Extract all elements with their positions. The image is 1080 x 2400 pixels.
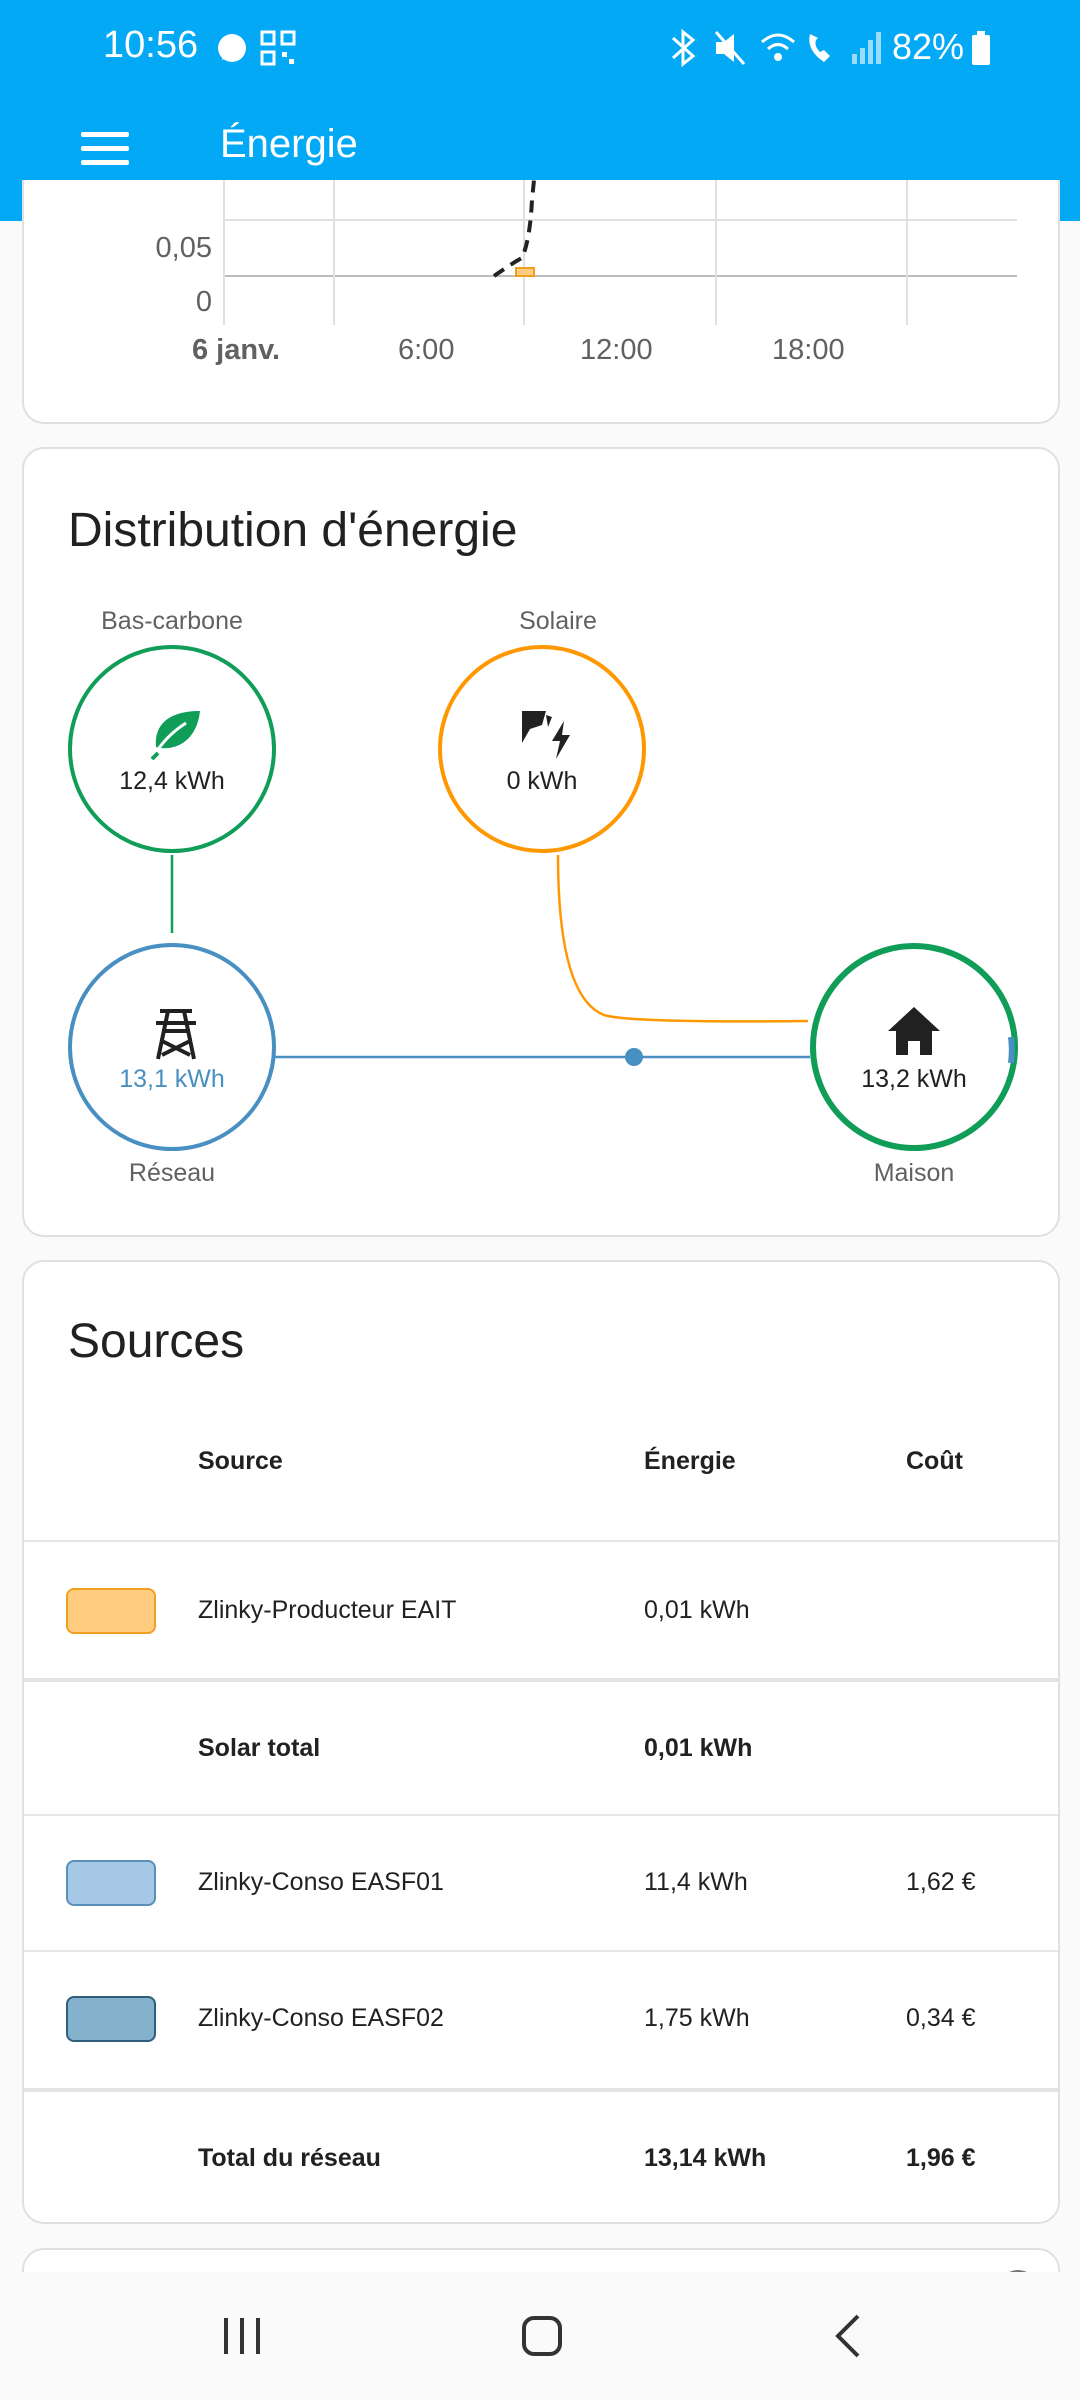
menu-icon bbox=[81, 132, 129, 137]
energy-distribution-card: Distribution d'énergie Bas-carbone 12,4 … bbox=[22, 447, 1060, 1237]
signal-app-icon bbox=[218, 34, 246, 62]
y-tick-label: 0,05 bbox=[155, 232, 212, 264]
total-cost: 1,96 € bbox=[906, 2144, 976, 2172]
home-node[interactable]: 13,2 kWh bbox=[810, 943, 1018, 1151]
source-energy: 0,01 kWh bbox=[644, 1596, 750, 1624]
status-bar: 10:56 82% bbox=[0, 0, 1080, 96]
status-time: 10:56 bbox=[103, 24, 199, 66]
battery-icon bbox=[972, 31, 990, 65]
x-tick-label: 6 janv. bbox=[192, 334, 281, 366]
header-cost: Coût bbox=[906, 1447, 963, 1475]
table-row[interactable]: Zlinky-Conso EASF02 1,75 kWh 0,34 € bbox=[24, 1952, 1058, 2086]
system-nav-bar bbox=[0, 2272, 1080, 2400]
subtotal-energy: 0,01 kWh bbox=[644, 1734, 753, 1762]
source-energy: 1,75 kWh bbox=[644, 2004, 750, 2032]
cell-signal-icon bbox=[852, 32, 881, 64]
header-source: Source bbox=[198, 1447, 283, 1475]
menu-button[interactable] bbox=[66, 112, 144, 184]
table-row[interactable]: Zlinky-Producteur EAIT 0,01 kWh bbox=[24, 1542, 1058, 1678]
table-row[interactable]: Zlinky-Conso EASF01 11,4 kWh 1,62 € bbox=[24, 1816, 1058, 1950]
sources-title: Sources bbox=[68, 1315, 245, 1368]
leaf-icon bbox=[150, 711, 200, 761]
recents-icon[interactable] bbox=[218, 2312, 266, 2360]
grid-label: Réseau bbox=[128, 1159, 216, 1187]
solar-power-icon bbox=[522, 711, 570, 759]
flow-dot bbox=[625, 1048, 643, 1066]
qr-code-icon bbox=[260, 30, 296, 66]
solar-value: 0 kWh bbox=[506, 767, 578, 795]
page-title: Énergie bbox=[220, 122, 358, 166]
wifi-calling-icon bbox=[809, 34, 830, 62]
chart-line bbox=[492, 180, 536, 278]
bluetooth-icon bbox=[671, 28, 696, 68]
source-energy: 11,4 kWh bbox=[644, 1868, 748, 1896]
grid-node[interactable]: 13,1 kWh bbox=[68, 943, 276, 1151]
subtotal-name: Solar total bbox=[198, 1734, 321, 1762]
source-name: Zlinky-Conso EASF01 bbox=[198, 1868, 444, 1896]
transmission-tower-icon bbox=[156, 1009, 196, 1060]
back-icon[interactable] bbox=[826, 2312, 874, 2360]
table-row-total: Total du réseau 13,14 kWh 1,96 € bbox=[24, 2092, 1058, 2222]
x-tick-label: 12:00 bbox=[580, 334, 653, 366]
solar-label: Solaire bbox=[519, 607, 597, 635]
header-energy: Énergie bbox=[644, 1447, 736, 1475]
grid-value: 13,1 kWh bbox=[119, 1065, 225, 1093]
low-carbon-value: 12,4 kWh bbox=[119, 767, 225, 795]
low-carbon-label: Bas-carbone bbox=[101, 607, 243, 635]
source-name: Zlinky-Producteur EAIT bbox=[198, 1596, 457, 1624]
total-energy: 13,14 kWh bbox=[644, 2144, 767, 2172]
solar-flow bbox=[556, 854, 809, 1023]
x-tick-label: 6:00 bbox=[398, 334, 455, 366]
wifi-icon bbox=[761, 33, 795, 61]
mute-icon bbox=[714, 31, 746, 65]
source-cost: 0,34 € bbox=[906, 2004, 976, 2032]
source-cost: 1,62 € bbox=[906, 1868, 976, 1896]
y-tick-label: 0 bbox=[195, 286, 212, 318]
source-color-swatch bbox=[66, 1588, 156, 1634]
table-row-subtotal: Solar total 0,01 kWh bbox=[24, 1682, 1058, 1812]
home-grid-share-arc bbox=[1008, 1036, 1015, 1064]
battery-percent: 82% bbox=[892, 26, 965, 67]
solar-node[interactable]: 0 kWh bbox=[438, 645, 646, 853]
source-name: Zlinky-Conso EASF02 bbox=[198, 2004, 444, 2032]
sources-card: Sources Source Énergie Coût Zlinky-Produ… bbox=[22, 1260, 1060, 2224]
home-label: Maison bbox=[873, 1159, 955, 1187]
source-color-swatch bbox=[66, 1860, 156, 1906]
energy-chart-card: 0,05 0 6 janv. 6:00 12:00 18:00 bbox=[22, 180, 1060, 424]
home-button-icon[interactable] bbox=[518, 2312, 566, 2360]
chart-bar bbox=[515, 267, 535, 277]
total-name: Total du réseau bbox=[198, 2144, 381, 2172]
source-color-swatch bbox=[66, 1996, 156, 2042]
x-tick-label: 18:00 bbox=[772, 334, 845, 366]
low-carbon-node[interactable]: 12,4 kWh bbox=[68, 645, 276, 853]
